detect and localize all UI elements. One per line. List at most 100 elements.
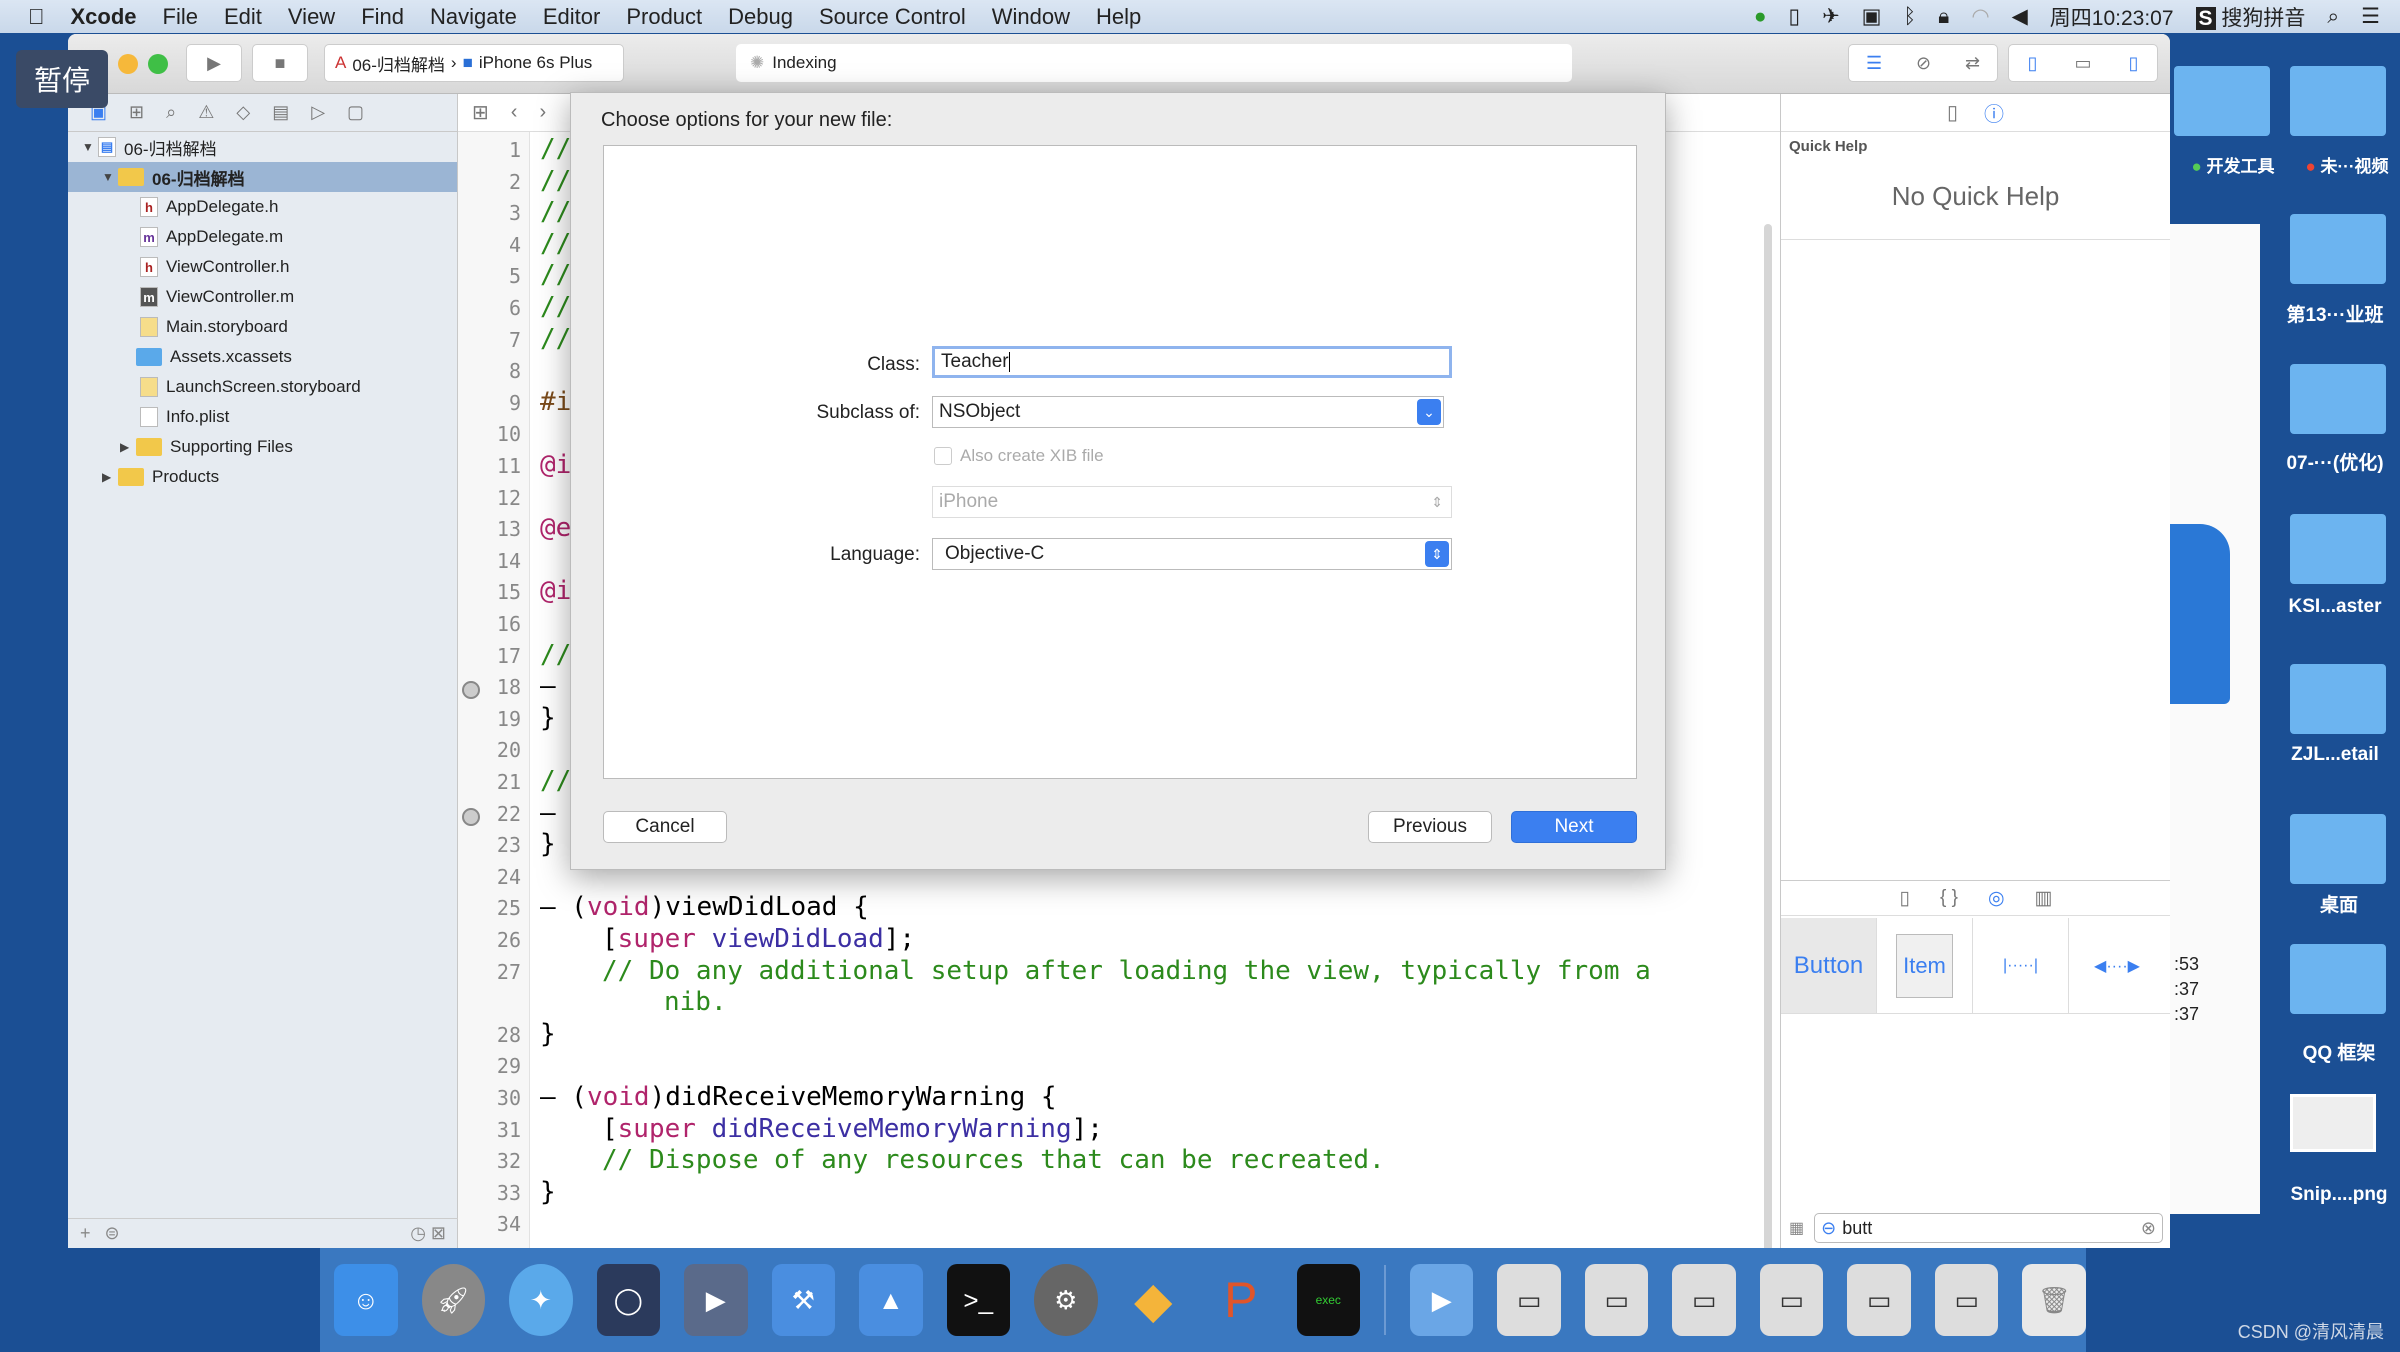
file-inspector-icon[interactable]: ▯: [1947, 100, 1958, 125]
code-line[interactable]: // Do any additional setup after loading…: [602, 956, 1651, 986]
minimized-window-dock-icon[interactable]: ▭: [1934, 1264, 1999, 1336]
code-line[interactable]: @i: [540, 576, 571, 606]
library-item-button[interactable]: Button: [1781, 918, 1877, 1013]
menu-xcode[interactable]: Xcode: [71, 4, 137, 30]
file-template-icon[interactable]: ▯: [1900, 887, 1910, 910]
code-line[interactable]: // Dispose of any resources that can be …: [602, 1145, 1385, 1175]
language-popup[interactable]: Objective-C ⇕: [932, 538, 1452, 570]
search-tab-icon[interactable]: ⌕: [166, 102, 176, 123]
forward-icon[interactable]: ›: [539, 101, 546, 124]
minimized-window-dock-icon[interactable]: ▭: [1497, 1264, 1561, 1336]
disclosure-closed-icon[interactable]: ▶: [102, 470, 118, 484]
menu-navigate[interactable]: Navigate: [430, 4, 517, 30]
code-line[interactable]: @e: [540, 513, 571, 543]
menu-debug[interactable]: Debug: [728, 4, 793, 30]
code-line[interactable]: //: [540, 766, 571, 796]
recorder-icon[interactable]: ●: [1754, 5, 1767, 29]
chevron-down-icon[interactable]: ⌄: [1417, 399, 1441, 425]
code-line[interactable]: //: [540, 166, 571, 196]
file-item[interactable]: LaunchScreen.storyboard: [68, 372, 457, 402]
media-library-icon[interactable]: ▥: [2035, 887, 2053, 910]
warning-tab-icon[interactable]: ⚠: [198, 102, 214, 123]
code-line[interactable]: //: [540, 229, 571, 259]
ime-indicator[interactable]: S 搜狗拼音: [2195, 2, 2305, 32]
terminal-dock-icon[interactable]: >_: [946, 1264, 1010, 1336]
screenshot-thumbnail[interactable]: [2290, 1094, 2376, 1152]
volume-icon[interactable]: ◀: [2012, 4, 2028, 29]
spotlight-icon[interactable]: ⌕: [2327, 5, 2339, 29]
file-item[interactable]: Info.plist: [68, 402, 457, 432]
class-name-field[interactable]: Teacher: [932, 346, 1452, 378]
minimized-window-dock-icon[interactable]: ▭: [1672, 1264, 1736, 1336]
code-line[interactable]: //: [540, 292, 571, 322]
previous-button[interactable]: Previous: [1368, 811, 1492, 843]
paw-dock-icon[interactable]: P: [1209, 1264, 1273, 1336]
menu-editor[interactable]: Editor: [543, 4, 600, 30]
video-app-dock-icon[interactable]: ▶: [684, 1264, 748, 1336]
code-line[interactable]: – (void)viewDidLoad {: [540, 892, 869, 922]
desktop-folder-icon[interactable]: [2290, 66, 2386, 136]
bluetooth-icon[interactable]: ᛒ: [1904, 5, 1917, 29]
utilities-toggle-icon[interactable]: ▯: [2129, 53, 2139, 74]
debug-tab-icon[interactable]: ▤: [272, 102, 289, 123]
launchpad-dock-icon[interactable]: 🚀︎: [421, 1264, 485, 1336]
instruments-dock-icon[interactable]: ▲: [859, 1264, 923, 1336]
camera-icon[interactable]: ▣: [1862, 4, 1882, 29]
file-item[interactable]: h ViewController.h: [68, 252, 457, 282]
fixed-space-icon[interactable]: |·····|: [1973, 918, 2069, 1013]
tree-project[interactable]: ▼ ▤ 06-归档解档: [68, 132, 457, 162]
desktop-folder-label[interactable]: QQ 框架: [2274, 1038, 2400, 1065]
disclosure-closed-icon[interactable]: ▶: [120, 440, 136, 454]
code-line[interactable]: –: [540, 671, 556, 701]
minimized-window-dock-icon[interactable]: ▭: [1759, 1264, 1824, 1336]
wifi-icon[interactable]: ◠: [1971, 4, 1989, 29]
clear-search-icon[interactable]: ⊗: [2141, 1218, 2156, 1239]
mouse-app-dock-icon[interactable]: ◯: [596, 1264, 660, 1336]
minimize-button[interactable]: [118, 54, 138, 74]
desktop-folder-label[interactable]: 桌面: [2274, 890, 2400, 917]
sketch-dock-icon[interactable]: ◆: [1122, 1264, 1186, 1336]
library-search-field[interactable]: ⊖ butt ⊗: [1814, 1213, 2163, 1243]
safari-dock-icon[interactable]: ✦: [509, 1264, 573, 1336]
scheme-selector[interactable]: A 06-归档解档 › ■ iPhone 6s Plus: [324, 44, 624, 82]
clock[interactable]: 周四10:23:07: [2050, 2, 2174, 32]
code-line[interactable]: [super didReceiveMemoryWarning];: [602, 1114, 1103, 1144]
tree-products[interactable]: ▶ Products: [68, 462, 457, 492]
file-item[interactable]: h AppDelegate.h: [68, 192, 457, 222]
minimized-window-dock-icon[interactable]: ▭: [1584, 1264, 1649, 1336]
add-icon[interactable]: +: [80, 1223, 91, 1244]
menu-view[interactable]: View: [288, 4, 335, 30]
desktop-folder-icon[interactable]: [2290, 214, 2386, 284]
stop-button[interactable]: ■: [252, 44, 308, 82]
apple-icon[interactable]: : [28, 4, 45, 30]
desktop-folder-icon[interactable]: [2290, 514, 2386, 584]
code-line[interactable]: //: [540, 640, 571, 670]
report-tab-icon[interactable]: ▢: [347, 102, 364, 123]
back-icon[interactable]: ‹: [511, 101, 518, 124]
code-line[interactable]: }: [540, 1019, 556, 1049]
flexible-space-icon[interactable]: ◀····▶: [2069, 918, 2165, 1013]
media-dock-icon[interactable]: ▶: [1409, 1264, 1474, 1336]
desktop-folder-label[interactable]: 07-···(优化): [2270, 448, 2400, 475]
filter-icon[interactable]: ⊜: [105, 1223, 120, 1244]
menu-file[interactable]: File: [163, 4, 198, 30]
object-library-icon[interactable]: ◎: [1988, 887, 2005, 910]
cancel-button[interactable]: Cancel: [603, 811, 727, 843]
pause-overlay[interactable]: 暂停: [16, 50, 108, 108]
code-line[interactable]: [super viewDidLoad];: [602, 924, 915, 954]
menu-edit[interactable]: Edit: [224, 4, 262, 30]
file-item[interactable]: m AppDelegate.m: [68, 222, 457, 252]
library-item-bar-button[interactable]: Item: [1877, 918, 1973, 1013]
recent-files-icon[interactable]: ◷ ⊠: [410, 1223, 446, 1244]
desktop-folder-icon[interactable]: [2174, 66, 2270, 136]
code-line[interactable]: – (void)didReceiveMemoryWarning {: [540, 1082, 1057, 1112]
minimized-window-dock-icon[interactable]: ▭: [1847, 1264, 1911, 1336]
menu-help[interactable]: Help: [1096, 4, 1141, 30]
code-line[interactable]: #i: [540, 387, 571, 417]
desktop-folder-label[interactable]: Snip....png: [2274, 1184, 2400, 1206]
code-line[interactable]: //: [540, 197, 571, 227]
code-line[interactable]: //: [540, 324, 571, 354]
run-button[interactable]: ▶: [186, 44, 242, 82]
xcode-dock-icon[interactable]: ⚒: [771, 1264, 835, 1336]
grid-view-icon[interactable]: ▦: [1789, 1218, 1804, 1238]
